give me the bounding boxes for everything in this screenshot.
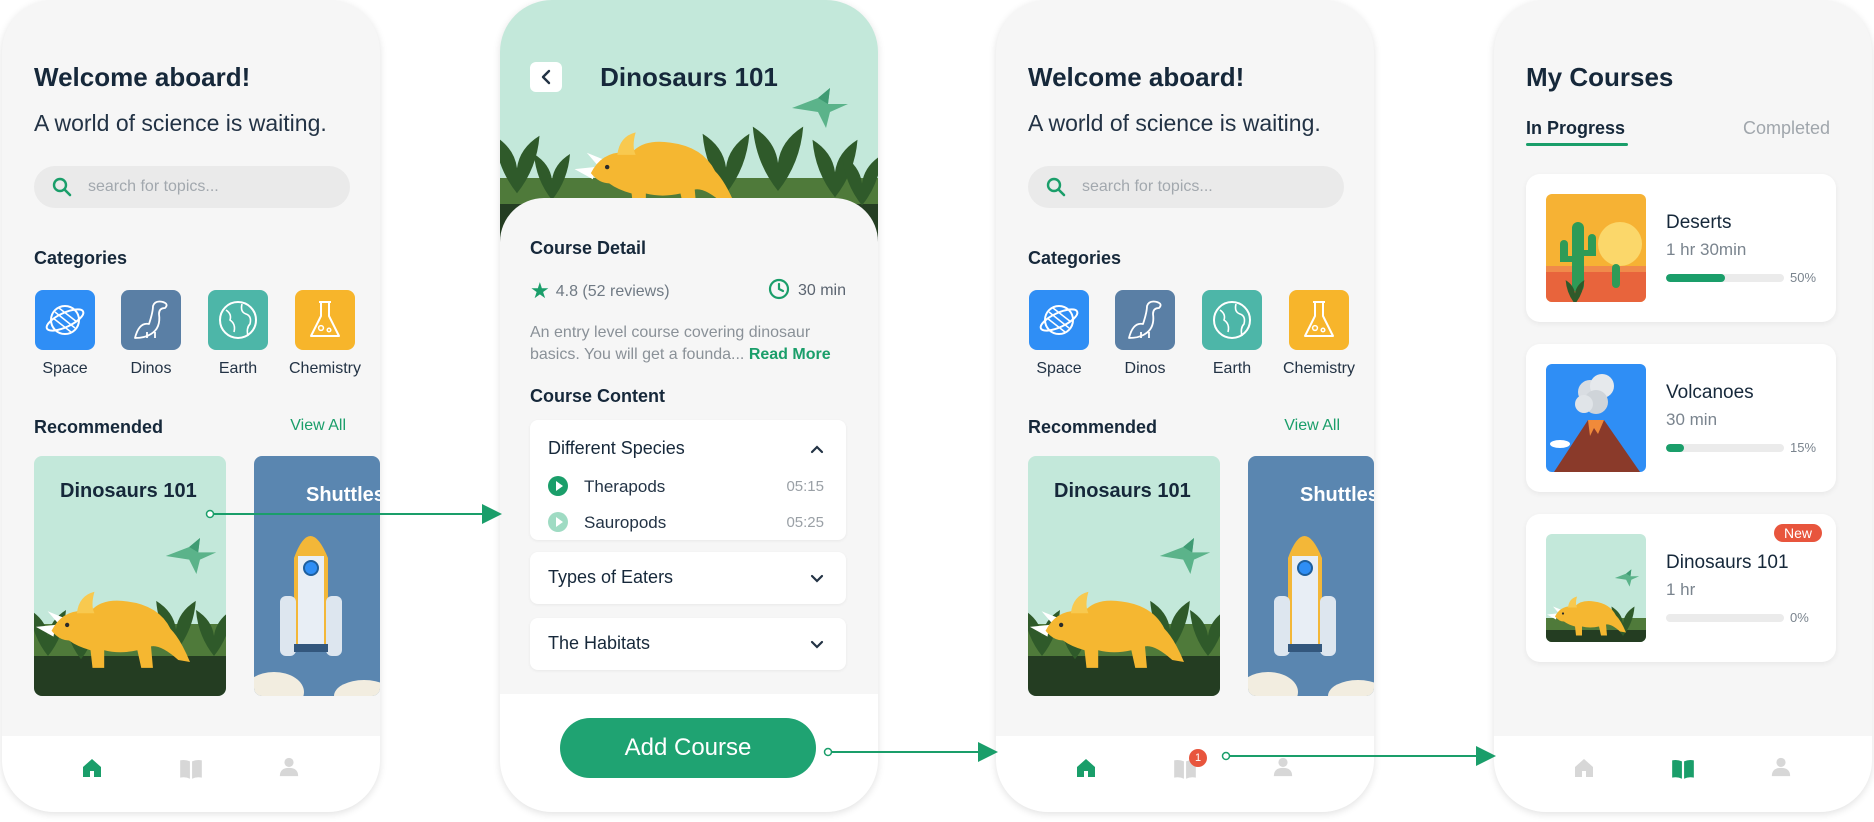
- arrow-nav-to-courses: [1221, 746, 1496, 766]
- flow-stage: Welcome aboard! A world of science is wa…: [0, 0, 1874, 822]
- arrow-card-to-detail: [205, 504, 502, 524]
- arrow-add-to-home: [823, 742, 998, 762]
- flow-arrows: [205, 504, 1496, 766]
